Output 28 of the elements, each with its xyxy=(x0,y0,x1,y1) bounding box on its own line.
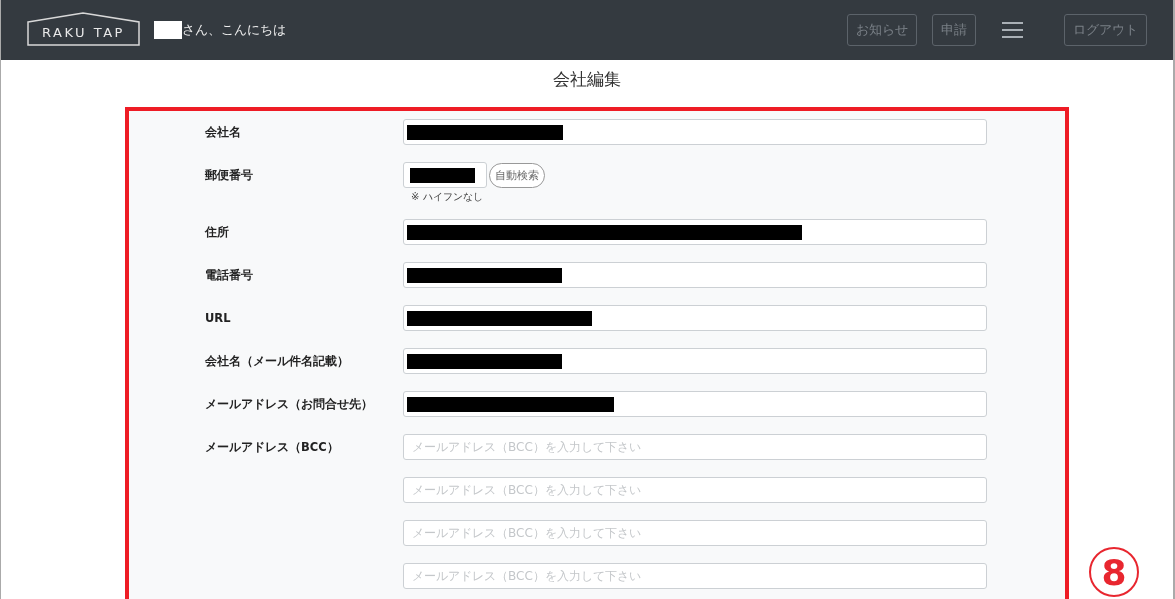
input-field[interactable] xyxy=(403,391,987,417)
input-field[interactable] xyxy=(403,262,987,288)
page-title: 会社編集 xyxy=(552,68,622,91)
auto-search-button[interactable]: 自動検索 xyxy=(489,162,545,188)
field-label: 電話番号 xyxy=(205,267,254,283)
field-label: メールアドレス（お問合せ先） xyxy=(205,396,374,412)
greeting-text: さん、こんにちは xyxy=(182,21,286,39)
input-field[interactable] xyxy=(403,305,987,331)
header-button[interactable]: ログアウト xyxy=(1064,14,1147,46)
input-field[interactable] xyxy=(403,219,987,245)
input-field[interactable] xyxy=(403,348,987,374)
logo-text: RAKU TAP xyxy=(42,25,125,42)
input-field[interactable] xyxy=(403,162,487,188)
header-button[interactable]: 申請 xyxy=(932,14,976,46)
field-label: 会社名（メール件名記載） xyxy=(205,353,350,369)
annotation-number: 8 xyxy=(1089,547,1139,597)
field-label: 郵便番号 xyxy=(205,167,254,183)
redaction-bar xyxy=(154,21,182,39)
field-label: 住所 xyxy=(205,224,230,240)
hint-text: ※ ハイフンなし xyxy=(411,190,484,204)
redaction-bar xyxy=(410,167,475,183)
logo-outline-icon xyxy=(27,12,140,46)
menu-icon[interactable] xyxy=(1002,22,1023,38)
field-label: メールアドレス（BCC） xyxy=(205,439,340,455)
field-label: URL xyxy=(205,310,232,325)
input-field[interactable] xyxy=(403,119,987,145)
header-button[interactable]: お知らせ xyxy=(847,14,917,46)
field-label: 会社名 xyxy=(205,124,242,140)
